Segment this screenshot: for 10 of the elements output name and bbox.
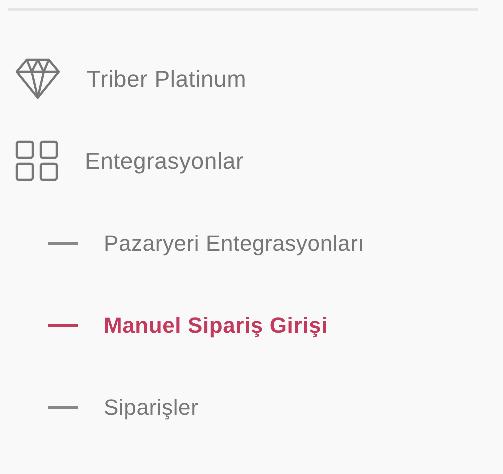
grid-icon (15, 140, 59, 182)
submenu-item[interactable]: Siparişler (0, 387, 503, 427)
dash-icon (48, 324, 78, 326)
menu-item[interactable]: Entegrasyonlar (0, 139, 503, 183)
submenu-item[interactable]: Pazaryeri Entegrasyonları (0, 223, 503, 263)
dash-icon (48, 242, 78, 244)
menu-item[interactable]: Triber Platinum (0, 57, 503, 101)
submenu-item[interactable]: Manuel Sipariş Girişi (0, 305, 503, 345)
dash-icon (48, 406, 78, 408)
diamond-icon (15, 58, 61, 100)
